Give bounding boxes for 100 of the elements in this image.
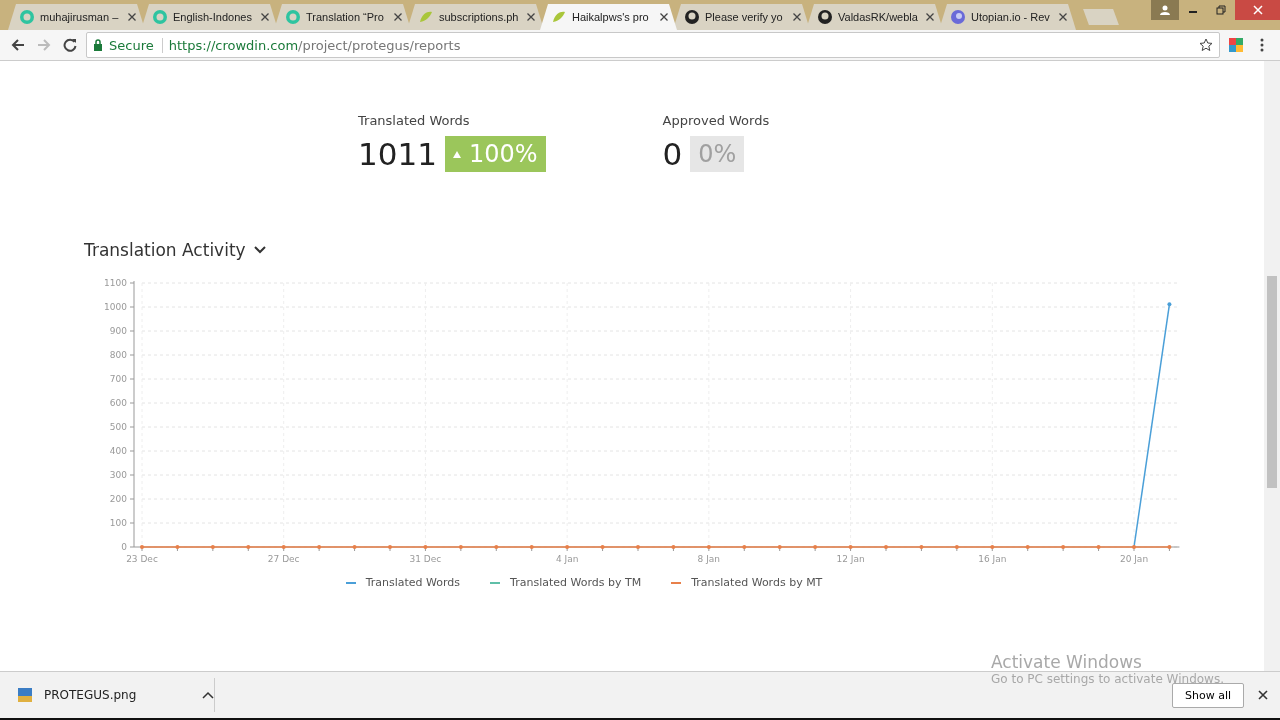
- change-badge: 0%: [690, 136, 745, 172]
- legend-label[interactable]: Translated Words: [365, 576, 461, 589]
- data-point: [848, 545, 853, 549]
- secure-label: Secure: [109, 37, 163, 53]
- data-point: [175, 545, 180, 549]
- star-icon[interactable]: [1199, 38, 1213, 52]
- data-point: [494, 545, 499, 549]
- browser-tab[interactable]: Utopian.io - Rev: [939, 4, 1076, 30]
- data-point: [1167, 545, 1172, 549]
- data-point: [1025, 545, 1030, 549]
- legend-label[interactable]: Translated Words by TM: [510, 576, 642, 589]
- axis-label: 8 Jan: [697, 554, 721, 564]
- browser-tab[interactable]: English-Indones: [141, 4, 278, 30]
- address-bar[interactable]: Secure https://crowdin.com/project/protegus/reports: [86, 32, 1220, 58]
- crowdin-icon: [285, 9, 301, 25]
- close-icon[interactable]: [527, 13, 535, 21]
- data-point: [600, 545, 605, 549]
- data-point: [1096, 545, 1101, 549]
- axis-label: 300: [109, 470, 127, 480]
- stat-value: 1011: [358, 136, 437, 172]
- axis-label: 12 Jan: [836, 554, 865, 564]
- browser-tab[interactable]: ValdasRK/webla: [806, 4, 943, 30]
- scrollbar[interactable]: [1264, 61, 1280, 671]
- axis-label: 1100: [104, 278, 127, 288]
- axis-label: 4 Jan: [555, 554, 579, 564]
- stat-value: 0: [662, 136, 683, 172]
- axis-label: 400: [109, 446, 127, 456]
- axis-label: 700: [109, 374, 127, 384]
- data-point: [884, 545, 888, 549]
- swirl-icon: [950, 9, 966, 25]
- browser-tab[interactable]: Please verify yo: [673, 4, 810, 30]
- crowdin-icon: [19, 9, 35, 25]
- data-point: [706, 545, 711, 549]
- axis-label: 20 Jan: [1119, 554, 1149, 564]
- data-point: [529, 545, 534, 549]
- browser-tab[interactable]: muhajirusman –: [8, 4, 145, 30]
- legend-label[interactable]: Translated Words by MT: [691, 576, 823, 589]
- axis-label: 16 Jan: [978, 554, 1007, 564]
- github-icon: [817, 9, 833, 25]
- data-point: [954, 545, 959, 549]
- browser-tab[interactable]: Translation “Pro: [274, 4, 411, 30]
- crowdin-icon: [152, 9, 168, 25]
- data-point: [246, 545, 251, 549]
- leaf-icon: [551, 9, 567, 25]
- github-icon: [684, 9, 700, 25]
- browser-tab[interactable]: subscriptions.ph: [407, 4, 544, 30]
- data-point: [388, 545, 392, 549]
- data-point: [458, 545, 463, 549]
- data-point: [565, 545, 570, 549]
- data-point: [352, 545, 357, 549]
- up-triangle-icon: [452, 150, 461, 158]
- axis-label: 600: [109, 398, 127, 408]
- data-point: [1061, 545, 1066, 549]
- close-icon[interactable]: [128, 13, 136, 21]
- data-point: [1132, 545, 1136, 549]
- data-point: [919, 545, 924, 549]
- close-icon[interactable]: [394, 13, 402, 21]
- data-point: [636, 545, 640, 549]
- axis-label: 23 Dec: [126, 554, 158, 564]
- data-point: [990, 545, 995, 549]
- show-all-button[interactable]: Show all: [1171, 682, 1244, 708]
- axis-label: 900: [109, 326, 127, 336]
- user-icon[interactable]: [1151, 0, 1179, 20]
- axis-label: 100: [109, 518, 127, 528]
- data-point: [210, 545, 215, 549]
- data-point: [1167, 302, 1172, 307]
- axis-label: 200: [109, 494, 127, 504]
- data-point: [777, 545, 782, 549]
- data-point: [671, 545, 676, 549]
- close-icon[interactable]: [926, 13, 934, 21]
- data-point: [140, 545, 144, 549]
- stat-label: Translated Words: [358, 113, 471, 128]
- axis-label: 800: [109, 350, 127, 360]
- change-badge: 100%: [444, 136, 546, 172]
- axis-label: 500: [109, 422, 127, 432]
- data-point: [317, 545, 322, 549]
- axis-label: 27 Dec: [267, 554, 300, 564]
- close-icon[interactable]: [793, 13, 801, 21]
- image-file-icon: [18, 688, 32, 702]
- stat-label: Approved Words: [662, 113, 770, 128]
- chevron-up-icon[interactable]: [202, 691, 214, 699]
- axis-label: 1000: [104, 302, 127, 312]
- notice-title: Activate Windows: [991, 652, 1143, 672]
- download-file-name[interactable]: PROTEGUS.png: [44, 688, 190, 702]
- data-point: [813, 545, 818, 549]
- data-point: [423, 545, 428, 549]
- axis-label: 0: [121, 542, 127, 552]
- close-icon[interactable]: [1059, 13, 1067, 21]
- data-point: [281, 545, 286, 549]
- section-title: Translation Activity: [84, 240, 246, 260]
- extension-icon[interactable]: [1226, 35, 1246, 55]
- browser-tab[interactable]: Haikalpws's pro: [540, 4, 677, 30]
- data-point: [742, 545, 747, 549]
- chevron-down-icon[interactable]: [253, 246, 266, 254]
- close-icon[interactable]: [261, 13, 269, 21]
- url-text: https://crowdin.com/project/protegus/reports: [168, 37, 462, 53]
- axis-label: 31 Dec: [409, 554, 442, 564]
- leaf-icon: [418, 9, 434, 25]
- lock-icon: [93, 39, 103, 51]
- close-icon[interactable]: [660, 13, 668, 21]
